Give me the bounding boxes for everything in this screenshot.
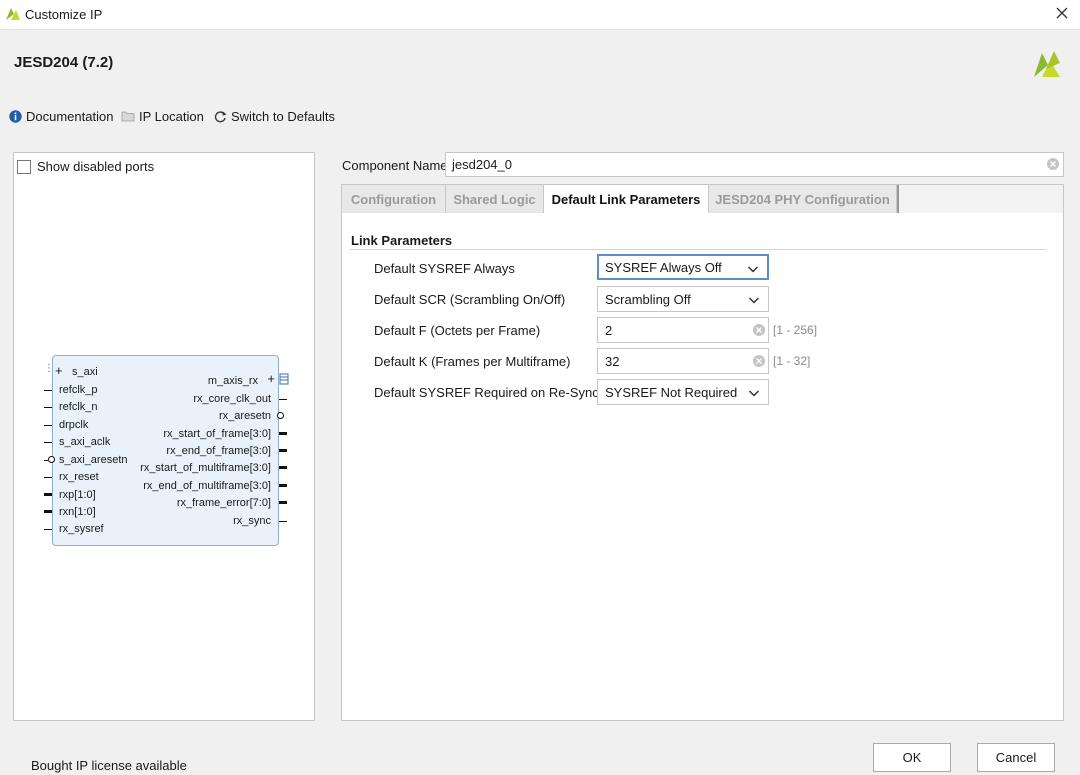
tab-shared-logic[interactable]: Shared Logic: [446, 185, 544, 213]
ip-symbol-panel: Show disabled ports ⋮ + s_axi refclk_p r…: [13, 152, 315, 721]
scrambling-value: Scrambling Off: [605, 292, 691, 307]
ip-location-label: IP Location: [139, 108, 204, 124]
xilinx-brand-logo: [1030, 47, 1064, 82]
chevron-down-icon: [747, 262, 759, 277]
pin-stub: [44, 529, 52, 530]
cancel-button[interactable]: Cancel: [977, 743, 1055, 772]
frames-per-multiframe-value: 32: [605, 354, 620, 369]
pin-stub: [44, 425, 52, 426]
checkbox-box[interactable]: [17, 159, 31, 174]
pin-stub: [279, 521, 287, 522]
show-disabled-ports-label: Show disabled ports: [37, 159, 155, 174]
active-low-marker: [277, 412, 284, 419]
bus-stub: [279, 432, 287, 435]
pin-rxp: rxp[1:0]: [59, 489, 96, 501]
component-name-input[interactable]: jesd204_0: [445, 152, 1064, 177]
scrambling-dropdown[interactable]: Scrambling Off: [597, 286, 769, 312]
clear-icon[interactable]: [752, 323, 766, 340]
pin-stub: [44, 477, 52, 478]
chevron-down-icon: [748, 293, 760, 308]
expand-plus-icon[interactable]: +: [55, 364, 63, 377]
chevron-down-icon: [748, 386, 760, 401]
switch-to-defaults-button[interactable]: Switch to Defaults: [214, 107, 335, 125]
configuration-tab-panel: Configuration Shared Logic Default Link …: [341, 184, 1064, 721]
octets-per-frame-label: Default F (Octets per Frame): [374, 323, 541, 338]
pin-rx-end-of-frame: rx_end_of_frame[3:0]: [166, 445, 271, 457]
pin-s-axi: s_axi: [72, 366, 98, 378]
octets-per-frame-input[interactable]: 2: [597, 317, 769, 343]
pin-rx-frame-error: rx_frame_error[7:0]: [176, 497, 271, 509]
info-icon: [9, 109, 22, 123]
sysref-resync-dropdown[interactable]: SYSREF Not Required: [597, 379, 769, 405]
pin-rx-start-of-frame: rx_start_of_frame[3:0]: [163, 428, 271, 440]
pin-refclk-n: refclk_n: [59, 401, 98, 413]
pin-rx-end-of-multiframe: rx_end_of_multiframe[3:0]: [143, 480, 271, 492]
pin-drpclk: drpclk: [59, 419, 89, 431]
sysref-always-dropdown[interactable]: SYSREF Always Off: [597, 254, 769, 280]
clear-icon[interactable]: [752, 354, 766, 371]
switch-to-defaults-label: Switch to Defaults: [231, 108, 336, 124]
tab-bar: Configuration Shared Logic Default Link …: [342, 185, 1063, 213]
component-name-value: jesd204_0: [452, 157, 512, 172]
show-disabled-ports-checkbox[interactable]: Show disabled ports: [17, 159, 154, 174]
pin-refclk-p: refclk_p: [59, 384, 98, 396]
pin-stub: [44, 390, 52, 391]
pin-stub: [44, 407, 52, 408]
tab-configuration[interactable]: Configuration: [342, 185, 446, 213]
sysref-always-value: SYSREF Always Off: [605, 260, 722, 275]
pin-stub: [44, 442, 52, 443]
title-bar: Customize IP: [0, 0, 1080, 30]
documentation-button[interactable]: Documentation: [9, 107, 113, 125]
ip-location-button[interactable]: IP Location: [121, 107, 204, 125]
pin-s-axi-aresetn: s_axi_aresetn: [59, 454, 128, 466]
pin-m-axis-rx: m_axis_rx: [207, 375, 258, 387]
sysref-always-label: Default SYSREF Always: [374, 261, 515, 276]
refresh-icon: [214, 110, 227, 123]
frames-per-multiframe-range: [1 - 32]: [773, 354, 811, 368]
pin-rxn: rxn[1:0]: [59, 506, 96, 518]
window-title: Customize IP: [25, 7, 103, 22]
folder-icon: [121, 110, 135, 122]
ok-button[interactable]: OK: [873, 743, 951, 772]
pin-rx-reset: rx_reset: [59, 471, 99, 483]
ip-title: JESD204 (7.2): [14, 54, 114, 71]
documentation-label: Documentation: [26, 108, 114, 124]
clear-icon[interactable]: [1046, 157, 1060, 174]
ip-block-symbol: ⋮ + s_axi refclk_p refclk_n drpclk s_axi…: [44, 355, 289, 546]
octets-per-frame-value: 2: [605, 323, 613, 338]
link-parameters-heading: Link Parameters: [351, 233, 453, 248]
close-icon[interactable]: [1055, 6, 1069, 23]
xilinx-logo-icon: [5, 6, 21, 25]
pin-stub: [279, 399, 287, 400]
bus-stub: [44, 493, 52, 496]
pin-rx-sync: rx_sync: [233, 515, 271, 527]
tab-jesd204-phy-configuration[interactable]: JESD204 PHY Configuration: [709, 185, 897, 213]
tab-default-link-parameters[interactable]: Default Link Parameters: [544, 185, 709, 213]
bus-stub: [279, 501, 287, 504]
bus-stub: [44, 510, 52, 513]
pin-rx-core-clk-out: rx_core_clk_out: [193, 393, 271, 405]
bus-stub: [279, 484, 287, 487]
tab-bar-filler: [897, 185, 1063, 213]
expand-plus-icon[interactable]: +: [267, 372, 275, 385]
section-divider: [350, 249, 1047, 250]
component-name-label: Component Name: [342, 158, 448, 173]
pin-rx-aresetn: rx_aresetn: [219, 410, 271, 422]
octets-per-frame-range: [1 - 256]: [773, 323, 818, 337]
sysref-resync-value: SYSREF Not Required: [605, 385, 738, 400]
bus-stub: [279, 449, 287, 452]
sysref-resync-label: Default SYSREF Required on Re-Sync: [374, 385, 599, 400]
port-plus-icon[interactable]: ⋮: [44, 364, 54, 374]
bus-interface-icon[interactable]: [279, 373, 289, 388]
scrambling-label: Default SCR (Scrambling On/Off): [374, 292, 566, 307]
pin-rx-sysref: rx_sysref: [59, 523, 104, 535]
frames-per-multiframe-label: Default K (Frames per Multiframe): [374, 354, 571, 369]
bus-stub: [279, 466, 287, 469]
pin-s-axi-aclk: s_axi_aclk: [59, 436, 111, 448]
pin-rx-start-of-multiframe: rx_start_of_multiframe[3:0]: [140, 462, 271, 474]
license-status: Bought IP license available: [31, 758, 187, 773]
active-low-marker: [48, 456, 55, 463]
frames-per-multiframe-input[interactable]: 32: [597, 348, 769, 374]
